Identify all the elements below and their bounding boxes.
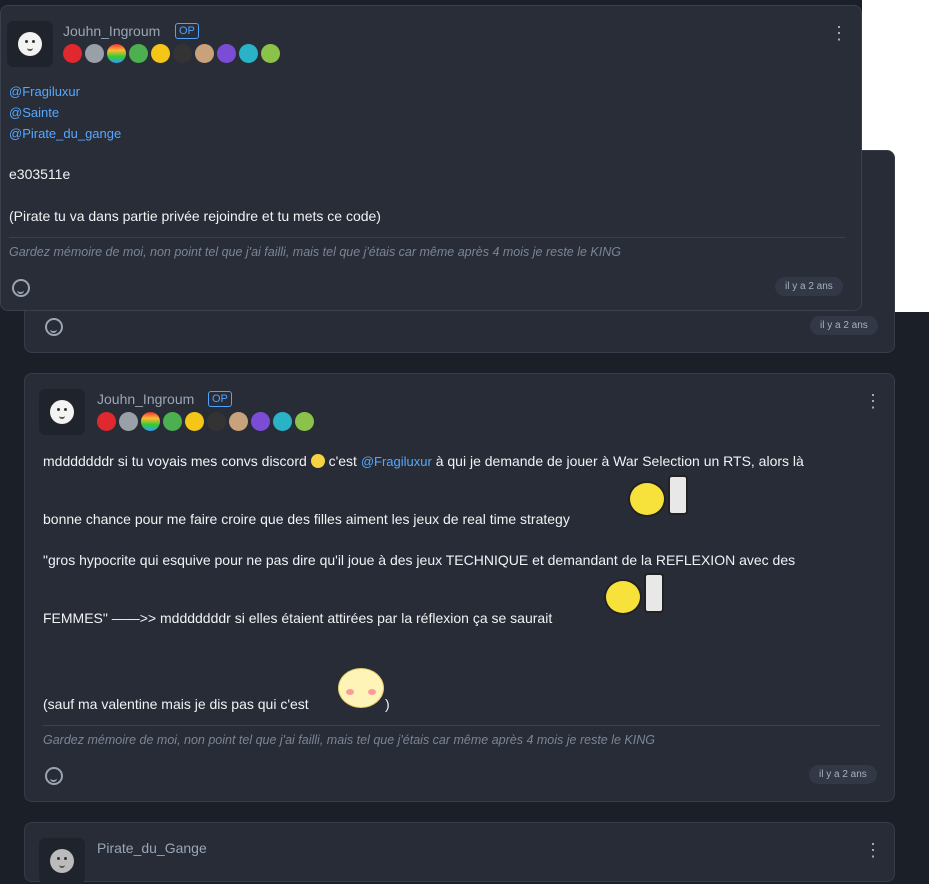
post-text-line: (sauf ma valentine mais je dis pas qui c… bbox=[43, 696, 309, 712]
mention-link[interactable]: @Fragiluxur bbox=[9, 84, 80, 99]
badge-icon bbox=[185, 412, 204, 431]
thumbs-up-smiley-icon bbox=[604, 573, 668, 619]
kebab-menu-icon[interactable]: ⋮ bbox=[864, 841, 882, 859]
badge-icon bbox=[163, 412, 182, 431]
badge-list bbox=[63, 44, 280, 63]
laughing-emoji-icon bbox=[310, 454, 325, 468]
post-text: c'est bbox=[328, 453, 357, 469]
op-badge: OP bbox=[208, 391, 232, 407]
badge-icon bbox=[195, 44, 214, 63]
badge-icon bbox=[119, 412, 138, 431]
badge-icon bbox=[295, 412, 314, 431]
badge-icon bbox=[217, 44, 236, 63]
post-text: à qui je demande de jouer à War Selectio… bbox=[435, 453, 804, 469]
kebab-menu-icon[interactable]: ⋮ bbox=[830, 24, 848, 42]
post-card: Pirate_du_Gange ⋮ bbox=[24, 822, 895, 884]
post-timestamp: il y a 2 ans bbox=[809, 765, 877, 784]
badge-icon bbox=[229, 412, 248, 431]
badge-icon bbox=[107, 44, 126, 63]
add-reaction-icon[interactable] bbox=[45, 318, 63, 336]
badge-icon bbox=[239, 44, 258, 63]
mention-link[interactable]: @Sainte bbox=[9, 105, 59, 120]
post-text: ) bbox=[385, 696, 390, 712]
badge-icon bbox=[173, 44, 192, 63]
username[interactable]: Jouhn_Ingroum bbox=[63, 23, 160, 39]
mention-link[interactable]: @Pirate_du_gange bbox=[9, 126, 121, 141]
post-text: FEMMES" ——>> mdddddddr si elles étaient … bbox=[43, 610, 553, 626]
badge-icon bbox=[63, 44, 82, 63]
op-badge: OP bbox=[175, 23, 199, 39]
post-text: bonne chance pour me faire croire que de… bbox=[43, 511, 570, 527]
thumbs-up-smiley-icon bbox=[628, 475, 692, 521]
post-text: mdddddddr si tu voyais mes convs discord bbox=[43, 453, 307, 469]
blushing-face-emoji-icon bbox=[338, 668, 384, 708]
badge-icon bbox=[97, 412, 116, 431]
add-reaction-icon[interactable] bbox=[12, 279, 30, 297]
post-card-overlay: Jouhn_Ingroum OP ⋮ @Fragiluxur @Sainte @… bbox=[0, 5, 862, 311]
badge-icon bbox=[261, 44, 280, 63]
post-text: "gros hypocrite qui esquive pour ne pas … bbox=[43, 552, 796, 568]
badge-icon bbox=[141, 412, 160, 431]
badge-icon bbox=[251, 412, 270, 431]
username[interactable]: Jouhn_Ingroum bbox=[97, 391, 194, 407]
post-timestamp: il y a 2 ans bbox=[775, 277, 843, 296]
badge-icon bbox=[207, 412, 226, 431]
mention-link[interactable]: @Fragiluxur bbox=[361, 454, 432, 469]
signature: Gardez mémoire de moi, non point tel que… bbox=[9, 245, 621, 259]
post-text-line: mdddddddr si tu voyais mes convs discord… bbox=[43, 453, 804, 469]
post-text-code: e303511e bbox=[9, 166, 71, 182]
post-text: (Pirate tu va dans partie privée rejoind… bbox=[9, 208, 381, 224]
user-avatar[interactable] bbox=[7, 21, 53, 67]
user-avatar[interactable] bbox=[39, 389, 85, 435]
badge-icon bbox=[151, 44, 170, 63]
post-text: (sauf ma valentine mais je dis pas qui c… bbox=[43, 696, 309, 712]
signature-divider bbox=[43, 725, 880, 726]
kebab-menu-icon[interactable]: ⋮ bbox=[864, 392, 882, 410]
badge-icon bbox=[85, 44, 104, 63]
add-reaction-icon[interactable] bbox=[45, 767, 63, 785]
user-avatar[interactable] bbox=[39, 838, 85, 884]
badge-list bbox=[97, 412, 314, 431]
badge-icon bbox=[129, 44, 148, 63]
username[interactable]: Pirate_du_Gange bbox=[97, 840, 207, 856]
post-timestamp: il y a 2 ans bbox=[810, 316, 878, 335]
badge-icon bbox=[273, 412, 292, 431]
signature-divider bbox=[9, 237, 845, 238]
signature: Gardez mémoire de moi, non point tel que… bbox=[43, 733, 655, 747]
post-card: Jouhn_Ingroum OP ⋮ mdddddddr si tu voyai… bbox=[24, 373, 895, 802]
